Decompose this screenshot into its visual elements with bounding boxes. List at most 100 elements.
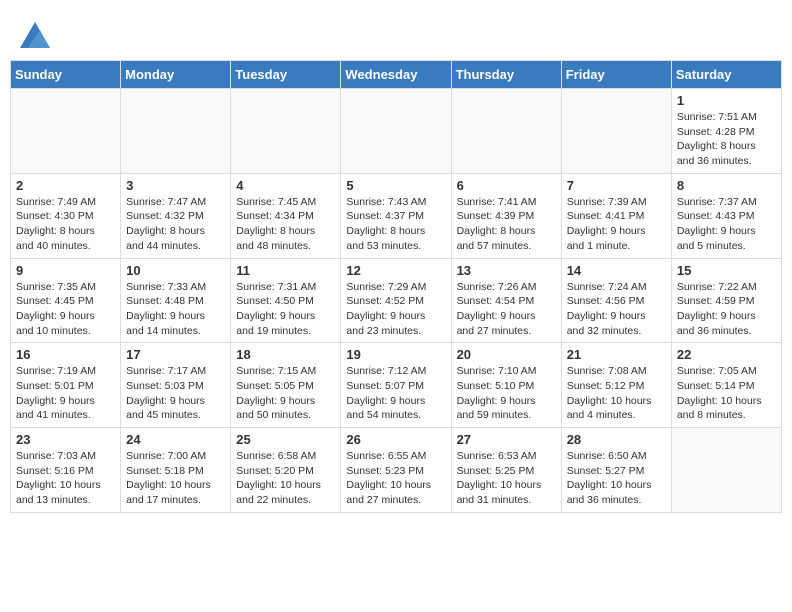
day-info: Sunrise: 7:22 AM Sunset: 4:59 PM Dayligh…: [677, 280, 776, 339]
calendar-day: [121, 89, 231, 174]
day-number: 23: [16, 432, 115, 447]
calendar-day: 11Sunrise: 7:31 AM Sunset: 4:50 PM Dayli…: [231, 258, 341, 343]
day-number: 4: [236, 178, 335, 193]
calendar-day: [11, 89, 121, 174]
calendar-day: 5Sunrise: 7:43 AM Sunset: 4:37 PM Daylig…: [341, 173, 451, 258]
day-info: Sunrise: 6:58 AM Sunset: 5:20 PM Dayligh…: [236, 449, 335, 508]
day-info: Sunrise: 7:12 AM Sunset: 5:07 PM Dayligh…: [346, 364, 445, 423]
weekday-header-thursday: Thursday: [451, 61, 561, 89]
calendar-day: 26Sunrise: 6:55 AM Sunset: 5:23 PM Dayli…: [341, 428, 451, 513]
calendar-day: 19 Sunrise: 7:12 AM Sunset: 5:07 PM Dayli…: [341, 343, 451, 428]
calendar-day: [671, 428, 781, 513]
page-header: [10, 10, 782, 55]
calendar-day: 9Sunrise: 7:35 AM Sunset: 4:45 PM Daylig…: [11, 258, 121, 343]
day-info: Sunrise: 7:03 AM Sunset: 5:16 PM Dayligh…: [16, 449, 115, 508]
day-info: Sunrise: 7:05 AM Sunset: 5:14 PM Dayligh…: [677, 364, 776, 423]
day-number: 16: [16, 347, 115, 362]
calendar-day: 24 Sunrise: 7:00 AM Sunset: 5:18 PM Dayli…: [121, 428, 231, 513]
calendar-day: [451, 89, 561, 174]
day-number: 24: [126, 432, 225, 447]
calendar-day: [561, 89, 671, 174]
day-number: 9: [16, 263, 115, 278]
day-number: 18: [236, 347, 335, 362]
day-number: 14: [567, 263, 666, 278]
calendar-day: 23 Sunrise: 7:03 AM Sunset: 5:16 PM Dayli…: [11, 428, 121, 513]
day-info: Sunrise: 7:41 AM Sunset: 4:39 PM Dayligh…: [457, 195, 556, 254]
calendar-day: 16 Sunrise: 7:19 AM Sunset: 5:01 PM Dayli…: [11, 343, 121, 428]
calendar-day: 4 Sunrise: 7:45 AM Sunset: 4:34 PM Daylig…: [231, 173, 341, 258]
calendar-week-4: 16 Sunrise: 7:19 AM Sunset: 5:01 PM Dayli…: [11, 343, 782, 428]
day-number: 20: [457, 347, 556, 362]
calendar-week-3: 9Sunrise: 7:35 AM Sunset: 4:45 PM Daylig…: [11, 258, 782, 343]
day-info: Sunrise: 7:00 AM Sunset: 5:18 PM Dayligh…: [126, 449, 225, 508]
calendar-day: 8 Sunrise: 7:37 AM Sunset: 4:43 PM Daylig…: [671, 173, 781, 258]
day-info: Sunrise: 7:31 AM Sunset: 4:50 PM Dayligh…: [236, 280, 335, 339]
weekday-header-tuesday: Tuesday: [231, 61, 341, 89]
day-number: 27: [457, 432, 556, 447]
day-number: 22: [677, 347, 776, 362]
day-info: Sunrise: 7:19 AM Sunset: 5:01 PM Dayligh…: [16, 364, 115, 423]
day-info: Sunrise: 7:39 AM Sunset: 4:41 PM Dayligh…: [567, 195, 666, 254]
day-info: Sunrise: 7:10 AM Sunset: 5:10 PM Dayligh…: [457, 364, 556, 423]
day-info: Sunrise: 7:26 AM Sunset: 4:54 PM Dayligh…: [457, 280, 556, 339]
day-info: Sunrise: 6:53 AM Sunset: 5:25 PM Dayligh…: [457, 449, 556, 508]
calendar-day: 13 Sunrise: 7:26 AM Sunset: 4:54 PM Dayli…: [451, 258, 561, 343]
day-info: Sunrise: 7:08 AM Sunset: 5:12 PM Dayligh…: [567, 364, 666, 423]
day-info: Sunrise: 7:47 AM Sunset: 4:32 PM Dayligh…: [126, 195, 225, 254]
weekday-header-saturday: Saturday: [671, 61, 781, 89]
calendar-day: 28 Sunrise: 6:50 AM Sunset: 5:27 PM Dayli…: [561, 428, 671, 513]
calendar-day: 10 Sunrise: 7:33 AM Sunset: 4:48 PM Dayli…: [121, 258, 231, 343]
calendar-day: 25 Sunrise: 6:58 AM Sunset: 5:20 PM Dayli…: [231, 428, 341, 513]
weekday-header-friday: Friday: [561, 61, 671, 89]
calendar-table: SundayMondayTuesdayWednesdayThursdayFrid…: [10, 60, 782, 513]
day-info: Sunrise: 7:43 AM Sunset: 4:37 PM Dayligh…: [346, 195, 445, 254]
calendar-day: 15 Sunrise: 7:22 AM Sunset: 4:59 PM Dayli…: [671, 258, 781, 343]
weekday-header-sunday: Sunday: [11, 61, 121, 89]
day-info: Sunrise: 7:17 AM Sunset: 5:03 PM Dayligh…: [126, 364, 225, 423]
calendar-day: 6 Sunrise: 7:41 AM Sunset: 4:39 PM Daylig…: [451, 173, 561, 258]
day-number: 21: [567, 347, 666, 362]
day-info: Sunrise: 7:37 AM Sunset: 4:43 PM Dayligh…: [677, 195, 776, 254]
calendar-week-1: 1 Sunrise: 7:51 AM Sunset: 4:28 PM Daylig…: [11, 89, 782, 174]
calendar-day: [341, 89, 451, 174]
day-number: 12: [346, 263, 445, 278]
day-number: 3: [126, 178, 225, 193]
calendar-day: 27 Sunrise: 6:53 AM Sunset: 5:25 PM Dayli…: [451, 428, 561, 513]
day-number: 17: [126, 347, 225, 362]
day-number: 25: [236, 432, 335, 447]
weekday-header-wednesday: Wednesday: [341, 61, 451, 89]
day-number: 8: [677, 178, 776, 193]
calendar-day: 18 Sunrise: 7:15 AM Sunset: 5:05 PM Dayli…: [231, 343, 341, 428]
day-info: Sunrise: 7:49 AM Sunset: 4:30 PM Dayligh…: [16, 195, 115, 254]
day-number: 15: [677, 263, 776, 278]
day-number: 6: [457, 178, 556, 193]
day-number: 13: [457, 263, 556, 278]
day-number: 19: [346, 347, 445, 362]
calendar-day: 7 Sunrise: 7:39 AM Sunset: 4:41 PM Daylig…: [561, 173, 671, 258]
calendar-day: 3 Sunrise: 7:47 AM Sunset: 4:32 PM Daylig…: [121, 173, 231, 258]
day-info: Sunrise: 7:33 AM Sunset: 4:48 PM Dayligh…: [126, 280, 225, 339]
day-info: Sunrise: 7:29 AM Sunset: 4:52 PM Dayligh…: [346, 280, 445, 339]
day-info: Sunrise: 6:55 AM Sunset: 5:23 PM Dayligh…: [346, 449, 445, 508]
logo-icon: [20, 20, 50, 50]
day-info: Sunrise: 7:45 AM Sunset: 4:34 PM Dayligh…: [236, 195, 335, 254]
calendar-day: 2Sunrise: 7:49 AM Sunset: 4:30 PM Daylig…: [11, 173, 121, 258]
calendar-day: [231, 89, 341, 174]
weekday-header-monday: Monday: [121, 61, 231, 89]
calendar-day: 22 Sunrise: 7:05 AM Sunset: 5:14 PM Dayli…: [671, 343, 781, 428]
day-number: 7: [567, 178, 666, 193]
calendar-day: 21 Sunrise: 7:08 AM Sunset: 5:12 PM Dayli…: [561, 343, 671, 428]
calendar-day: 17 Sunrise: 7:17 AM Sunset: 5:03 PM Dayli…: [121, 343, 231, 428]
calendar-week-5: 23 Sunrise: 7:03 AM Sunset: 5:16 PM Dayli…: [11, 428, 782, 513]
calendar-day: 1 Sunrise: 7:51 AM Sunset: 4:28 PM Daylig…: [671, 89, 781, 174]
day-info: Sunrise: 6:50 AM Sunset: 5:27 PM Dayligh…: [567, 449, 666, 508]
calendar-header-row: SundayMondayTuesdayWednesdayThursdayFrid…: [11, 61, 782, 89]
day-info: Sunrise: 7:15 AM Sunset: 5:05 PM Dayligh…: [236, 364, 335, 423]
day-info: Sunrise: 7:24 AM Sunset: 4:56 PM Dayligh…: [567, 280, 666, 339]
day-number: 28: [567, 432, 666, 447]
day-number: 1: [677, 93, 776, 108]
calendar-day: 14 Sunrise: 7:24 AM Sunset: 4:56 PM Dayli…: [561, 258, 671, 343]
calendar-day: 12 Sunrise: 7:29 AM Sunset: 4:52 PM Dayli…: [341, 258, 451, 343]
day-info: Sunrise: 7:51 AM Sunset: 4:28 PM Dayligh…: [677, 110, 776, 169]
day-number: 10: [126, 263, 225, 278]
